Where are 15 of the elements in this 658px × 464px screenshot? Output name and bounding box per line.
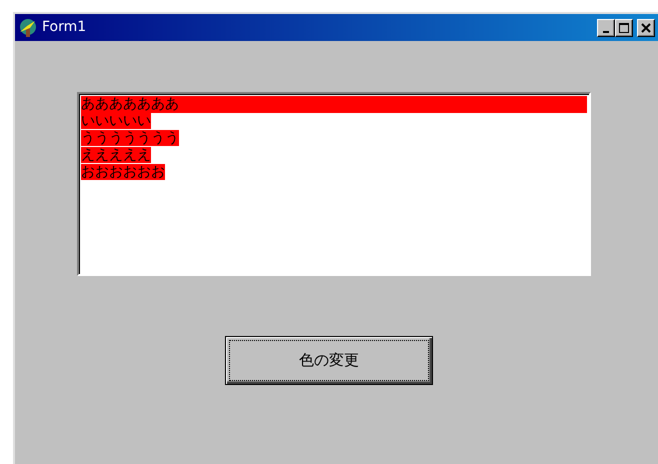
maximize-button[interactable] [615, 18, 633, 36]
maximize-icon [619, 22, 629, 32]
window-title: Form1 [42, 18, 86, 37]
minimize-button[interactable] [597, 18, 615, 36]
close-button[interactable] [637, 18, 655, 36]
list-item[interactable]: えええええ [81, 147, 587, 164]
minimize-icon [603, 30, 609, 32]
app-icon [18, 18, 38, 38]
list-item[interactable]: おおおおおお [81, 164, 587, 181]
list-item[interactable]: いいいいい [81, 113, 587, 130]
list-box[interactable]: あああああああ いいいいい ううううううう えええええ おおおおおお [77, 92, 591, 276]
list-item[interactable]: あああああああ [81, 96, 587, 113]
close-icon [641, 22, 651, 32]
list-item[interactable]: ううううううう [81, 130, 587, 147]
change-color-button[interactable]: 色の変更 [225, 336, 433, 385]
